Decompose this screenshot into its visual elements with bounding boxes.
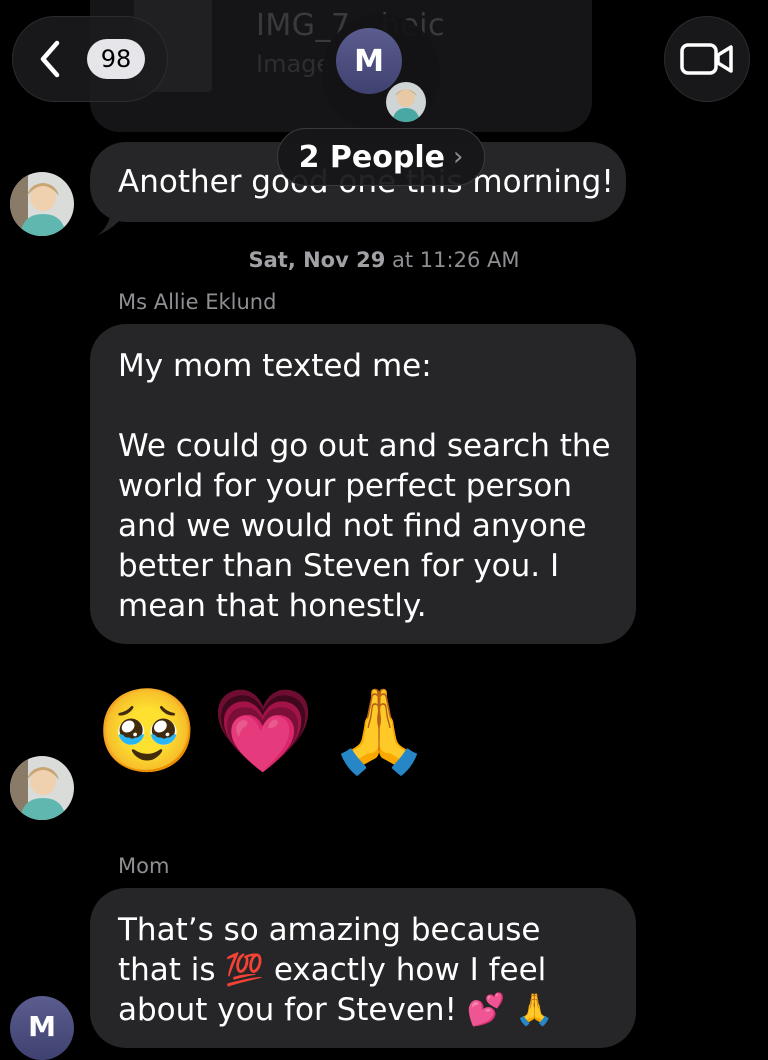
back-button[interactable]: 98 <box>12 16 168 102</box>
message-bubble[interactable]: My mom texted me: We could go out and se… <box>90 324 636 644</box>
chevron-left-icon <box>40 40 60 78</box>
sender-avatar[interactable] <box>10 756 74 820</box>
pleading-face-emoji: 🥹 <box>96 684 199 779</box>
chevron-right-icon: › <box>452 142 464 172</box>
emoji-message[interactable]: 🥹 💗 🙏 <box>96 684 430 780</box>
conversation-details-button-overlay[interactable]: 2 People › <box>277 128 485 186</box>
bubble-tail <box>96 206 126 236</box>
unread-count-badge: 98 <box>87 39 145 79</box>
sender-avatar-initial[interactable]: M <box>10 996 74 1060</box>
sender-name: Ms Allie Eklund <box>118 290 277 314</box>
message-text: That’s so amazing because that is 💯 exac… <box>118 912 557 1028</box>
pink-heart-emoji: 💗 <box>212 684 315 779</box>
sender-name: Mom <box>118 854 170 878</box>
timestamp-time: at 11:26 AM <box>392 248 520 272</box>
group-avatar-button[interactable]: M <box>322 14 440 132</box>
participants-label: 2 People <box>298 139 445 175</box>
message-text: My mom texted me: We could go out and se… <box>118 348 611 624</box>
video-camera-icon <box>680 43 733 75</box>
sender-avatar[interactable] <box>10 172 74 236</box>
folded-hands-emoji: 🙏 <box>328 684 431 779</box>
timestamp-day: Sat, Nov 29 <box>248 248 386 272</box>
attachment-type-label: Image <box>256 50 332 78</box>
message-bubble[interactable]: That’s so amazing because that is 💯 exac… <box>90 888 636 1048</box>
message-timestamp: Sat, Nov 29 at 11:26 AM <box>0 248 768 272</box>
avatar-initial: M <box>28 1010 56 1043</box>
video-call-button[interactable] <box>664 16 750 102</box>
member-photo-avatar <box>384 80 428 124</box>
